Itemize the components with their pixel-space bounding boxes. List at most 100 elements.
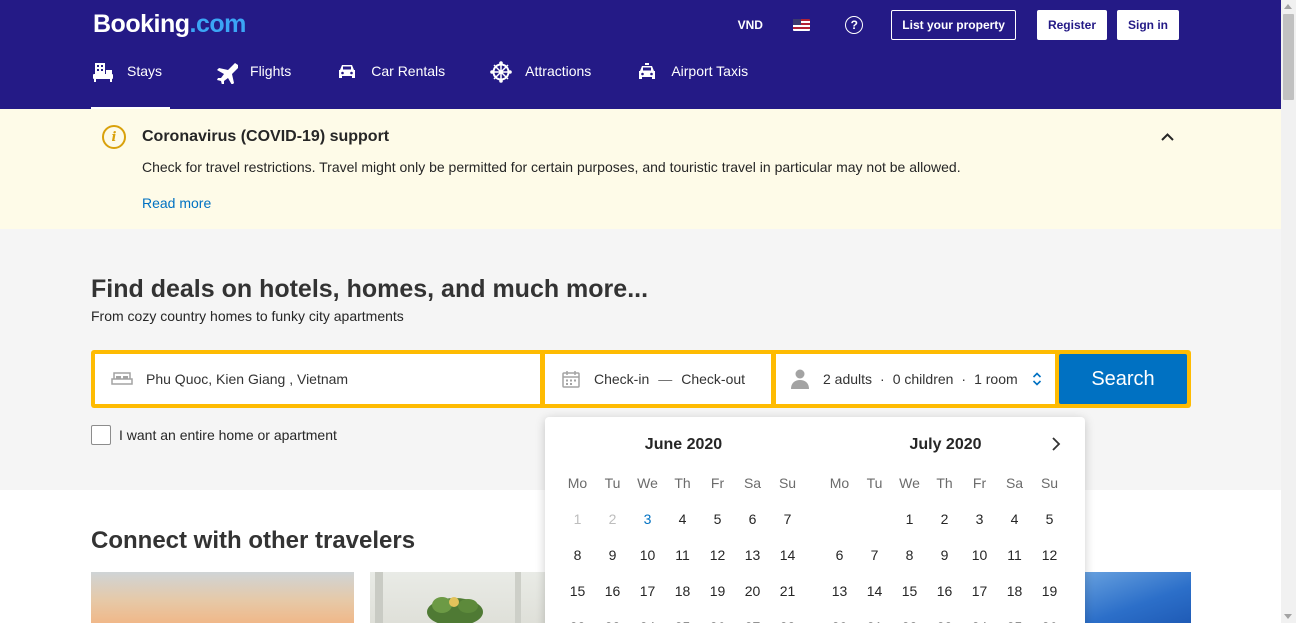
calendar-day[interactable]: 22 xyxy=(560,617,595,623)
calendar-day[interactable]: 3 xyxy=(630,509,665,545)
calendar-day[interactable]: 26 xyxy=(700,617,735,623)
traveler-image[interactable] xyxy=(91,572,354,623)
tab-flights[interactable]: Flights xyxy=(214,59,291,109)
calendar-day[interactable]: 6 xyxy=(735,509,770,545)
guests-field[interactable]: 2 adults · 0 children · 1 room xyxy=(776,354,1055,404)
calendar-day[interactable]: 10 xyxy=(630,545,665,581)
calendar-day[interactable]: 26 xyxy=(1032,617,1067,623)
calendar-icon xyxy=(562,371,580,388)
weekday-row: Mo Tu We Th Fr Sa Su xyxy=(822,473,1067,509)
weekday-label: Fr xyxy=(972,475,987,491)
calendar-day[interactable]: 10 xyxy=(962,545,997,581)
calendar-day[interactable]: 7 xyxy=(770,509,805,545)
calendar-day[interactable]: 1 xyxy=(892,509,927,545)
tab-stays[interactable]: Stays xyxy=(91,59,171,109)
us-flag-icon[interactable] xyxy=(793,19,811,31)
calendar-day[interactable]: 18 xyxy=(997,581,1032,617)
weekday-label: Tu xyxy=(866,475,883,491)
separator: · xyxy=(880,371,885,387)
tab-airport-taxis[interactable]: Airport Taxis xyxy=(635,59,748,109)
register-button[interactable]: Register xyxy=(1036,10,1107,40)
chevron-up-icon[interactable] xyxy=(1159,131,1176,143)
calendar-day: 2 xyxy=(608,511,617,527)
search-button[interactable]: Search xyxy=(1059,354,1187,404)
calendar-day[interactable]: 8 xyxy=(560,545,595,581)
calendar-day[interactable]: 12 xyxy=(1032,545,1067,581)
scrollbar[interactable] xyxy=(1281,0,1296,623)
calendar-day[interactable]: 20 xyxy=(735,581,770,617)
calendar-day[interactable]: 13 xyxy=(735,545,770,581)
scroll-up-arrow[interactable] xyxy=(1284,4,1292,9)
destination-field[interactable]: Phu Quoc, Kien Giang , Vietnam xyxy=(95,354,540,404)
children-value: 0 children xyxy=(892,371,954,387)
calendar-day[interactable]: 24 xyxy=(630,617,665,623)
tab-attractions[interactable]: Attractions xyxy=(489,59,591,109)
calendar-day[interactable]: 28 xyxy=(770,617,805,623)
calendar-day[interactable]: 25 xyxy=(997,617,1032,623)
calendar-day[interactable]: 16 xyxy=(595,581,630,617)
date-dash: — xyxy=(658,371,673,387)
calendar-day[interactable]: 4 xyxy=(665,509,700,545)
tab-label: Flights xyxy=(250,63,292,79)
calendar-day[interactable]: 15 xyxy=(560,581,595,617)
calendar-day[interactable]: 14 xyxy=(857,581,892,617)
calendar-day[interactable]: 11 xyxy=(997,545,1032,581)
calendar-day[interactable]: 7 xyxy=(857,545,892,581)
calendar-day[interactable]: 5 xyxy=(1032,509,1067,545)
logo[interactable]: Booking.com xyxy=(93,10,246,39)
date-picker: June 2020 July 2020 Mo Tu We Th Fr Sa Su 1 2 3 4 5 6… xyxy=(545,417,1085,623)
calendar-day[interactable]: 2 xyxy=(927,509,962,545)
calendar-day[interactable]: 15 xyxy=(892,581,927,617)
calendar-day[interactable]: 8 xyxy=(892,545,927,581)
taxi-icon xyxy=(639,63,656,79)
month-title: July 2020 xyxy=(909,436,982,453)
read-more-link[interactable]: Read more xyxy=(142,195,211,211)
calendar-day[interactable]: 17 xyxy=(630,581,665,617)
help-icon[interactable]: ? xyxy=(845,16,864,34)
calendar-day[interactable]: 23 xyxy=(595,617,630,623)
calendar-day[interactable]: 13 xyxy=(822,581,857,617)
calendar-day[interactable]: 22 xyxy=(892,617,927,623)
entire-home-checkbox[interactable]: I want an entire home or apartment xyxy=(91,425,337,445)
calendar-day[interactable]: 20 xyxy=(822,617,857,623)
traveler-image[interactable] xyxy=(370,572,570,623)
tab-car-rentals[interactable]: Car Rentals xyxy=(335,59,445,109)
calendar-day[interactable]: 18 xyxy=(665,581,700,617)
week-row: 15 16 17 18 19 20 21 xyxy=(560,581,805,617)
calendar-day[interactable]: 6 xyxy=(822,545,857,581)
calendar-day[interactable]: 19 xyxy=(700,581,735,617)
calendar-day[interactable]: 11 xyxy=(665,545,700,581)
calendar-day[interactable]: 9 xyxy=(595,545,630,581)
calendar-day[interactable]: 27 xyxy=(735,617,770,623)
info-icon: i xyxy=(102,125,126,149)
weekday-label: We xyxy=(899,475,920,491)
calendar-day[interactable]: 23 xyxy=(927,617,962,623)
calendar-day[interactable]: 12 xyxy=(700,545,735,581)
calendar-day[interactable]: 14 xyxy=(770,545,805,581)
bed-icon xyxy=(111,372,133,385)
dates-field[interactable]: Check-in — Check-out xyxy=(545,354,771,404)
calendar-day[interactable]: 5 xyxy=(700,509,735,545)
calendar-day[interactable]: 21 xyxy=(770,581,805,617)
scroll-down-arrow[interactable] xyxy=(1284,614,1292,619)
chevron-updown-icon xyxy=(1032,372,1041,386)
calendar-day[interactable]: 9 xyxy=(927,545,962,581)
calendar-day[interactable]: 3 xyxy=(962,509,997,545)
weekday-label: Mo xyxy=(829,475,850,491)
calendar-day[interactable]: 24 xyxy=(962,617,997,623)
calendar-day[interactable]: 4 xyxy=(997,509,1032,545)
chevron-right-icon[interactable] xyxy=(1049,436,1063,452)
weekday-label: Sa xyxy=(743,475,762,491)
calendar-day[interactable]: 17 xyxy=(962,581,997,617)
sign-in-button[interactable]: Sign in xyxy=(1117,10,1179,40)
currency-button[interactable]: VND xyxy=(727,18,773,32)
calendar-day[interactable]: 19 xyxy=(1032,581,1067,617)
calendar-day[interactable]: 21 xyxy=(857,617,892,623)
calendar-day[interactable]: 25 xyxy=(665,617,700,623)
scrollbar-thumb[interactable] xyxy=(1283,14,1294,100)
calendar-day[interactable]: 16 xyxy=(927,581,962,617)
calendar-day: 1 xyxy=(573,511,582,527)
traveler-image[interactable] xyxy=(1075,572,1191,623)
checkbox-box[interactable] xyxy=(91,425,111,445)
list-property-button[interactable]: List your property xyxy=(891,10,1016,40)
